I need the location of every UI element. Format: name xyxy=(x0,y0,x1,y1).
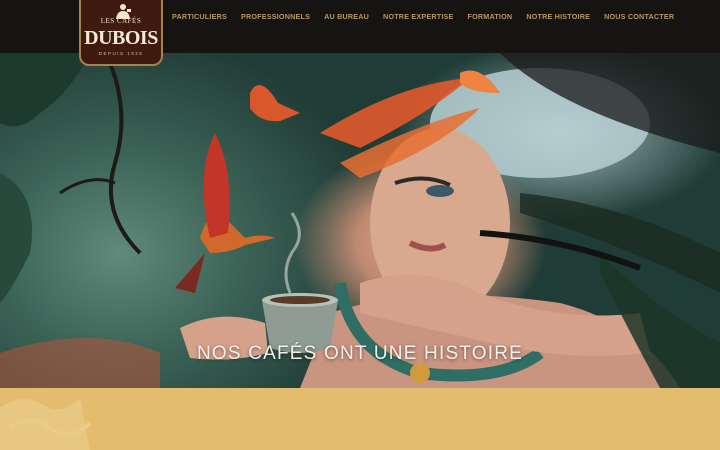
decorative-pattern xyxy=(0,398,92,450)
logo-brand-name: DUBOIS xyxy=(84,27,158,49)
nav-item-particuliers[interactable]: PARTICULIERS xyxy=(172,12,227,21)
content-band xyxy=(0,388,720,450)
site-logo[interactable]: LES CAFÉS DUBOIS DEPUIS 1926 xyxy=(79,0,163,66)
main-navigation: PARTICULIERS PROFESSIONNELS AU BUREAU NO… xyxy=(172,12,674,21)
hero-banner: NOS CAFÉS ONT UNE HISTOIRE xyxy=(0,53,720,388)
nav-item-notre-histoire[interactable]: NOTRE HISTOIRE xyxy=(526,12,590,21)
logo-top-text: LES CAFÉS xyxy=(100,17,142,25)
nav-item-au-bureau[interactable]: AU BUREAU xyxy=(324,12,369,21)
nav-item-nous-contacter[interactable]: NOUS CONTACTER xyxy=(604,12,674,21)
hero-illustration xyxy=(0,53,720,388)
nav-item-notre-expertise[interactable]: NOTRE EXPERTISE xyxy=(383,12,454,21)
site-header: LES CAFÉS DUBOIS DEPUIS 1926 PARTICULIER… xyxy=(0,0,720,66)
nav-item-professionnels[interactable]: PROFESSIONNELS xyxy=(241,12,310,21)
nav-item-formation[interactable]: FORMATION xyxy=(468,12,513,21)
logo-sub-text: DEPUIS 1926 xyxy=(98,51,144,56)
hero-title: NOS CAFÉS ONT UNE HISTOIRE xyxy=(196,343,524,364)
